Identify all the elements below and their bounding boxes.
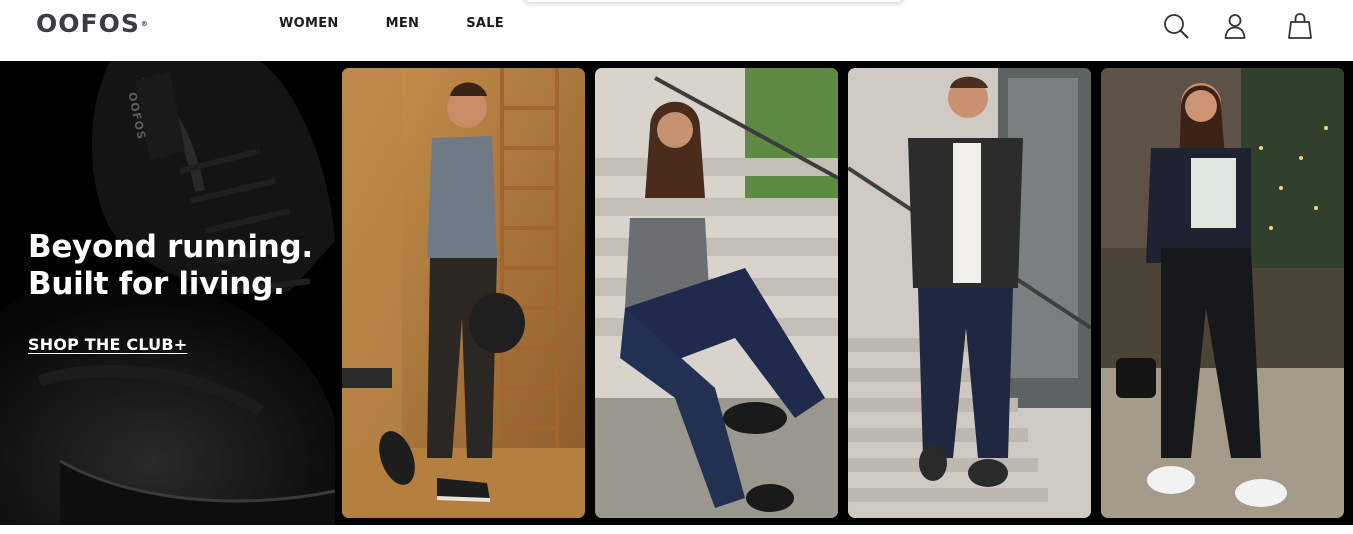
hero-headline-line1: Beyond running.: [28, 229, 313, 265]
shop-the-club-link[interactable]: SHOP THE CLUB+: [28, 335, 187, 354]
site-header: OOFOS® WOMEN MEN SALE: [0, 0, 1353, 61]
woman-on-street-photo[interactable]: [1101, 68, 1344, 518]
search-icon[interactable]: [1162, 12, 1190, 40]
black-shoe-closeup: OOFOS Beyond running. Built for living. …: [0, 61, 342, 525]
nav-sale[interactable]: SALE: [466, 16, 504, 32]
hero-headline-line2: Built for living.: [28, 266, 285, 302]
hero-banner: OOFOS Beyond running. Built for living. …: [0, 61, 1353, 525]
hero-text-block: Beyond running. Built for living.: [28, 229, 313, 303]
account-icon[interactable]: [1221, 12, 1249, 40]
oofos-logo[interactable]: OOFOS®: [36, 11, 149, 37]
search-dropdown-edge: [523, 0, 905, 3]
nav-women[interactable]: WOMEN: [279, 16, 339, 32]
logo-text: OOFOS: [36, 9, 140, 38]
woman-on-stairs-photo[interactable]: [595, 68, 838, 518]
man-on-stairs-photo[interactable]: [848, 68, 1091, 518]
cart-bag-icon[interactable]: [1286, 12, 1314, 40]
main-nav: WOMEN MEN SALE: [279, 16, 551, 32]
man-in-gym-photo[interactable]: [342, 68, 585, 518]
nav-men[interactable]: MEN: [386, 16, 420, 32]
logo-registered-mark: ®: [140, 20, 149, 28]
